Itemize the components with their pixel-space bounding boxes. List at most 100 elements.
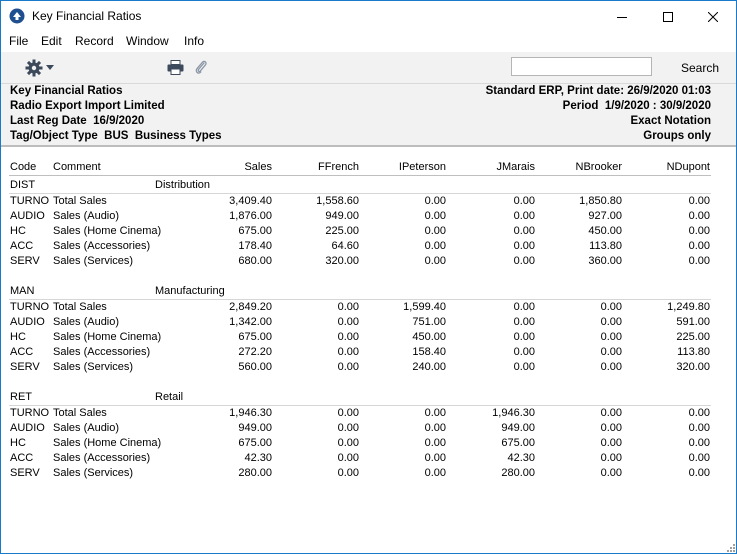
minimize-button[interactable]: [599, 1, 645, 32]
cell-code: SERV: [10, 361, 40, 374]
table-row: TURNO Total Sales 3,409.40 1,558.60 0.00 0.00…: [1, 194, 736, 209]
col-ipeterson: IPeterson: [398, 161, 446, 173]
paperclip-icon[interactable]: [194, 59, 208, 76]
cell-comment: Sales (Audio): [53, 316, 120, 329]
cell-ndupont: 0.00: [688, 210, 710, 223]
cell-code: TURNO: [10, 407, 50, 419]
cell-ffrench: 0.00: [337, 422, 359, 435]
cell-jmarais: 0.00: [513, 210, 535, 223]
cell-ffrench: 64.60: [331, 240, 359, 253]
cell-ndupont: 0.00: [688, 225, 710, 238]
cell-nbrooker: 0.00: [600, 407, 622, 419]
cell-comment: Sales (Accessories): [53, 346, 151, 359]
cell-nbrooker: 0.00: [600, 346, 622, 359]
cell-ffrench: 225.00: [325, 225, 359, 238]
search-button[interactable]: Search: [681, 61, 719, 75]
cell-sales: 675.00: [238, 331, 272, 344]
cell-comment: Sales (Services): [53, 361, 134, 374]
table-row: SERV Sales (Services) 680.00 320.00 0.00 0.00…: [1, 254, 736, 269]
cell-ipeterson: 0.00: [424, 240, 446, 253]
cell-ndupont: 0.00: [688, 195, 710, 207]
report-window: Key Financial Ratios File Edit Record Wi…: [0, 0, 737, 554]
cell-comment: Sales (Services): [53, 255, 134, 268]
cell-nbrooker: 113.80: [589, 240, 622, 253]
period: Period 1/9/2020 : 30/9/2020: [562, 100, 711, 112]
cell-jmarais: 0.00: [513, 301, 535, 313]
cell-jmarais: 0.00: [513, 240, 535, 253]
cell-ipeterson: 0.00: [424, 452, 446, 465]
col-ffrench: FFrench: [318, 161, 359, 173]
group-header-row: DIST Distribution: [1, 178, 736, 193]
close-button[interactable]: [690, 1, 736, 32]
cell-nbrooker: 1,850.80: [579, 195, 622, 207]
gear-icon[interactable]: [25, 59, 43, 77]
cell-sales: 178.40: [238, 240, 272, 253]
toolbar: Search: [1, 52, 736, 84]
group-name: Retail: [155, 391, 184, 403]
cell-ffrench: 0.00: [337, 346, 359, 359]
cell-jmarais: 42.30: [507, 452, 535, 465]
maximize-button[interactable]: [645, 1, 691, 32]
cell-ipeterson: 751.00: [412, 316, 446, 329]
cell-jmarais: 0.00: [513, 255, 535, 268]
company-name: Radio Export Import Limited: [10, 100, 165, 112]
table-row: ACC Sales (Accessories) 42.30 0.00 0.00 42.30…: [1, 451, 736, 466]
cell-ffrench: 0.00: [337, 301, 359, 313]
cell-nbrooker: 360.00: [588, 255, 622, 268]
cell-nbrooker: 0.00: [600, 331, 622, 344]
print-info: Standard ERP, Print date: 26/9/2020 01:0…: [485, 85, 711, 97]
print-icon[interactable]: [167, 60, 184, 75]
cell-code: TURNO: [10, 301, 50, 313]
col-sales: Sales: [244, 161, 272, 173]
cell-ndupont: 113.80: [677, 346, 710, 359]
cell-sales: 1,946.30: [229, 407, 272, 419]
cell-code: HC: [10, 331, 26, 344]
tag-object-type: Tag/Object Type BUS Business Types: [10, 130, 222, 142]
menu-record[interactable]: Record: [75, 34, 114, 48]
close-icon: [708, 11, 718, 22]
cell-ipeterson: 0.00: [424, 255, 446, 268]
cell-comment: Total Sales: [53, 195, 107, 207]
cell-ffrench: 0.00: [337, 331, 359, 344]
cell-ipeterson: 1,599.40: [403, 301, 446, 313]
title-bar[interactable]: Key Financial Ratios: [1, 1, 736, 32]
cell-comment: Sales (Home Cinema): [53, 437, 162, 450]
search-input[interactable]: [511, 57, 652, 76]
cell-jmarais: 0.00: [513, 346, 535, 359]
cell-sales: 2,849.20: [229, 301, 272, 313]
group-header-row: RET Retail: [1, 390, 736, 405]
cell-jmarais: 0.00: [513, 225, 535, 238]
cell-jmarais: 675.00: [501, 437, 535, 450]
cell-ipeterson: 0.00: [424, 225, 446, 238]
cell-code: SERV: [10, 255, 40, 268]
cell-jmarais: 280.00: [501, 467, 535, 480]
cell-nbrooker: 0.00: [600, 301, 622, 313]
chevron-down-icon[interactable]: [46, 65, 54, 70]
cell-jmarais: 0.00: [513, 331, 535, 344]
cell-comment: Sales (Audio): [53, 422, 120, 435]
cell-sales: 560.00: [238, 361, 272, 374]
app-logo-icon: [9, 8, 25, 24]
table-row: AUDIO Sales (Audio) 1,876.00 949.00 0.00 0.00…: [1, 209, 736, 224]
cell-sales: 675.00: [238, 225, 272, 238]
menu-file[interactable]: File: [9, 34, 28, 48]
group-header-row: MAN Manufacturing: [1, 284, 736, 299]
cell-code: ACC: [10, 346, 34, 359]
cell-comment: Total Sales: [53, 407, 107, 419]
table-row: TURNO Total Sales 2,849.20 0.00 1,599.40 0.00…: [1, 300, 736, 315]
cell-ipeterson: 450.00: [412, 331, 446, 344]
cell-ipeterson: 0.00: [424, 422, 446, 435]
resize-grip-icon[interactable]: [724, 541, 736, 553]
menu-info[interactable]: Info: [184, 34, 204, 48]
cell-ipeterson: 0.00: [424, 210, 446, 223]
menu-edit[interactable]: Edit: [41, 34, 62, 48]
table-row: TURNO Total Sales 1,946.30 0.00 0.00 1,946.30…: [1, 406, 736, 421]
menu-window[interactable]: Window: [126, 34, 169, 48]
cell-comment: Sales (Home Cinema): [53, 331, 162, 344]
cell-code: AUDIO: [10, 422, 45, 435]
cell-ndupont: 0.00: [688, 452, 710, 465]
last-reg-date: Last Reg Date 16/9/2020: [10, 115, 145, 127]
table-row: HC Sales (Home Cinema) 675.00 225.00 0.00 0.0…: [1, 224, 736, 239]
cell-ffrench: 0.00: [337, 316, 359, 329]
cell-sales: 949.00: [238, 422, 272, 435]
